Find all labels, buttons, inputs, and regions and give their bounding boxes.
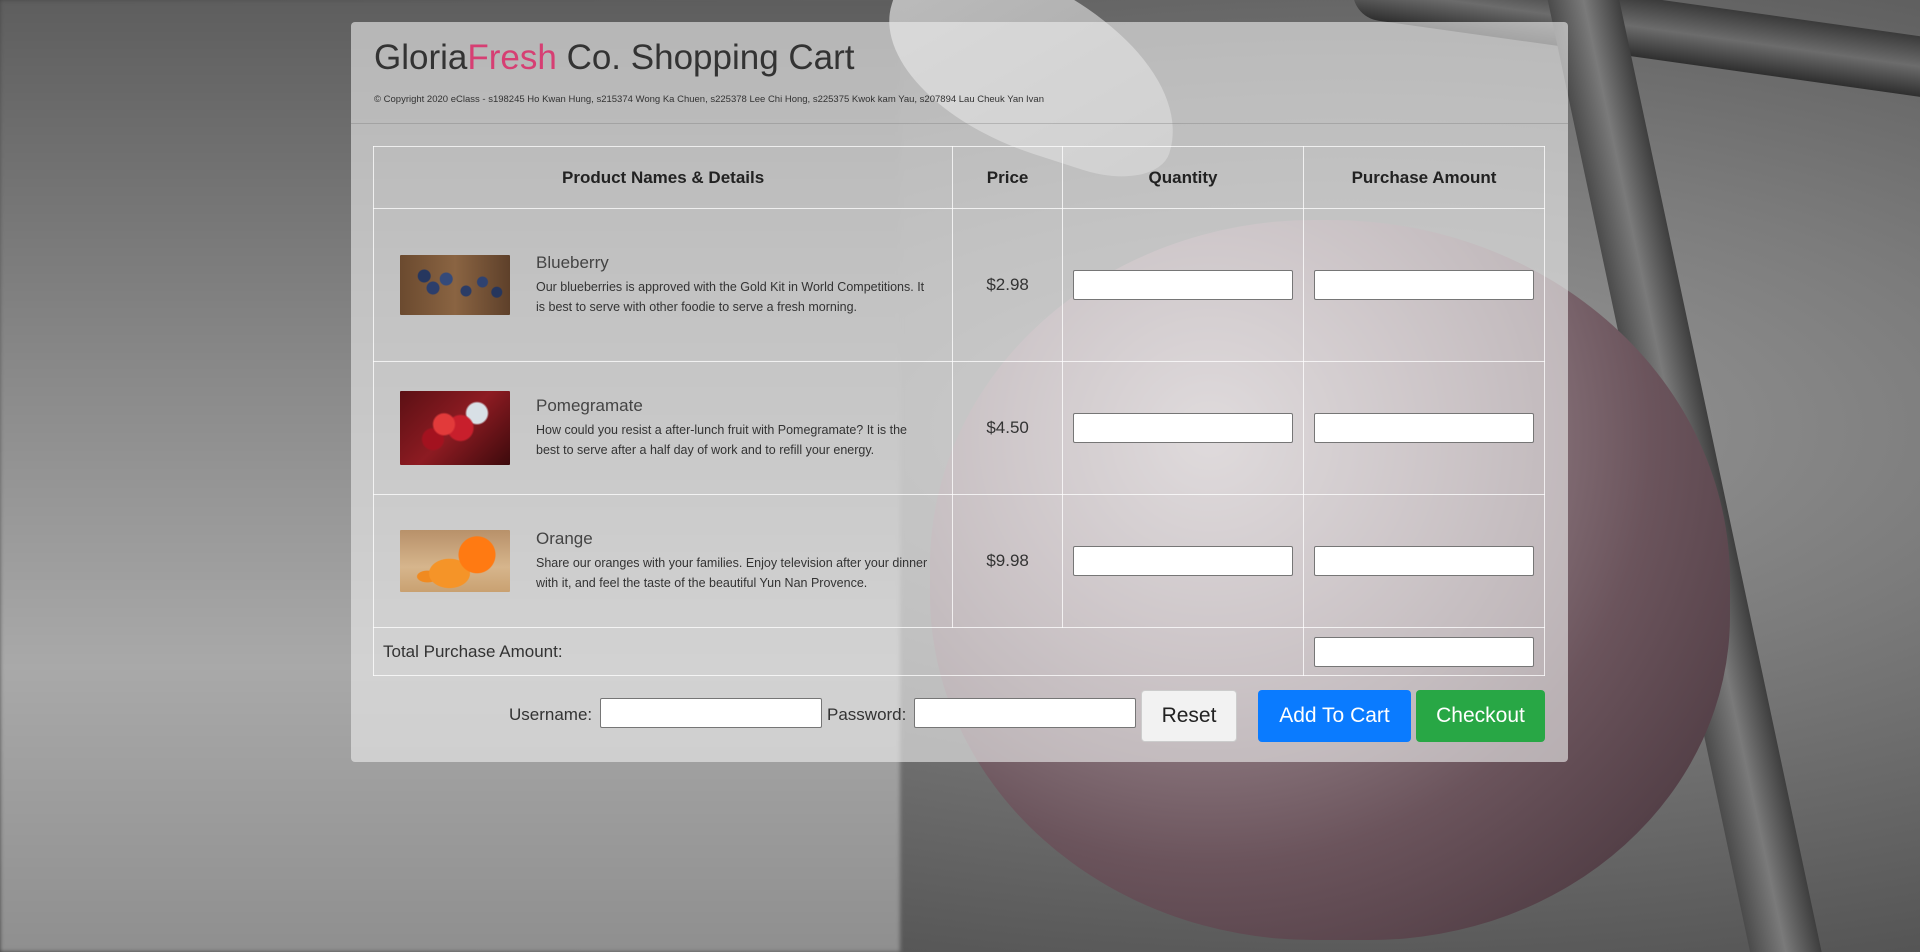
quantity-cell	[1062, 208, 1304, 362]
column-header-price: Price	[952, 146, 1063, 209]
total-purchase-input[interactable]	[1313, 636, 1534, 667]
amount-input-pomegranate[interactable]	[1313, 413, 1534, 443]
amount-cell	[1302, 361, 1546, 495]
product-name: Pomegramate	[536, 396, 643, 415]
product-description: Our blueberries is approved with the Gol…	[536, 280, 925, 314]
product-price: $9.98	[952, 494, 1063, 628]
username-label: Username:	[509, 705, 593, 724]
product-price: $4.50	[952, 361, 1063, 495]
reset-button[interactable]: Reset	[1141, 690, 1237, 742]
username-input[interactable]	[600, 698, 822, 728]
column-header-amount: Purchase Amount	[1302, 146, 1546, 209]
checkout-bar: Username: Password: Reset Add To Cart Ch…	[351, 686, 1568, 742]
header: GloriaFresh Co. Shopping Cart © Copyrigh…	[351, 22, 1568, 124]
amount-cell	[1302, 494, 1546, 628]
quantity-input-blueberry[interactable]	[1072, 270, 1293, 300]
quantity-cell	[1062, 361, 1304, 495]
title-brand-accent: Fresh	[467, 38, 557, 77]
quantity-input-pomegranate[interactable]	[1072, 413, 1293, 443]
product-name: Blueberry	[536, 253, 609, 272]
password-label: Password:	[827, 705, 907, 724]
pomegranate-image	[400, 391, 510, 465]
amount-input-orange[interactable]	[1313, 546, 1534, 576]
orange-image	[400, 530, 510, 592]
copyright-notice: © Copyright 2020 eClass - s198245 Ho Kwa…	[374, 94, 1044, 105]
table-row: Blueberry Our blueberries is approved wi…	[372, 208, 1546, 362]
total-cell	[1302, 627, 1546, 676]
blueberry-image	[400, 255, 510, 315]
shopping-cart-panel: GloriaFresh Co. Shopping Cart © Copyrigh…	[351, 22, 1568, 762]
amount-input-blueberry[interactable]	[1313, 270, 1534, 300]
total-purchase-label: Total Purchase Amount:	[373, 627, 1304, 676]
product-name: Orange	[536, 529, 593, 548]
total-row: Total Purchase Amount:	[373, 627, 1546, 676]
product-cell: Blueberry Our blueberries is approved wi…	[372, 208, 954, 362]
column-header-product: Product Names & Details	[372, 146, 954, 209]
amount-cell	[1302, 208, 1546, 362]
product-description: Share our oranges with your families. En…	[536, 556, 928, 590]
checkout-button[interactable]: Checkout	[1416, 690, 1545, 742]
page-title: GloriaFresh Co. Shopping Cart	[374, 36, 1545, 80]
column-header-quantity: Quantity	[1062, 146, 1304, 209]
table-header-row: Product Names & Details Price Quantity P…	[372, 146, 1546, 209]
product-cell: Orange Share our oranges with your famil…	[372, 494, 954, 628]
password-input[interactable]	[914, 698, 1136, 728]
product-price: $2.98	[952, 208, 1063, 362]
table-row: Pomegramate How could you resist a after…	[372, 361, 1546, 495]
cart-table: Product Names & Details Price Quantity P…	[372, 146, 1546, 676]
quantity-cell	[1062, 494, 1304, 628]
add-to-cart-button[interactable]: Add To Cart	[1258, 690, 1411, 742]
title-brand: Gloria	[374, 38, 468, 77]
table-row: Orange Share our oranges with your famil…	[372, 494, 1546, 628]
product-description: How could you resist a after-lunch fruit…	[536, 423, 907, 457]
quantity-input-orange[interactable]	[1072, 546, 1293, 576]
product-cell: Pomegramate How could you resist a after…	[372, 361, 954, 495]
title-suffix: Co. Shopping Cart	[556, 38, 855, 77]
